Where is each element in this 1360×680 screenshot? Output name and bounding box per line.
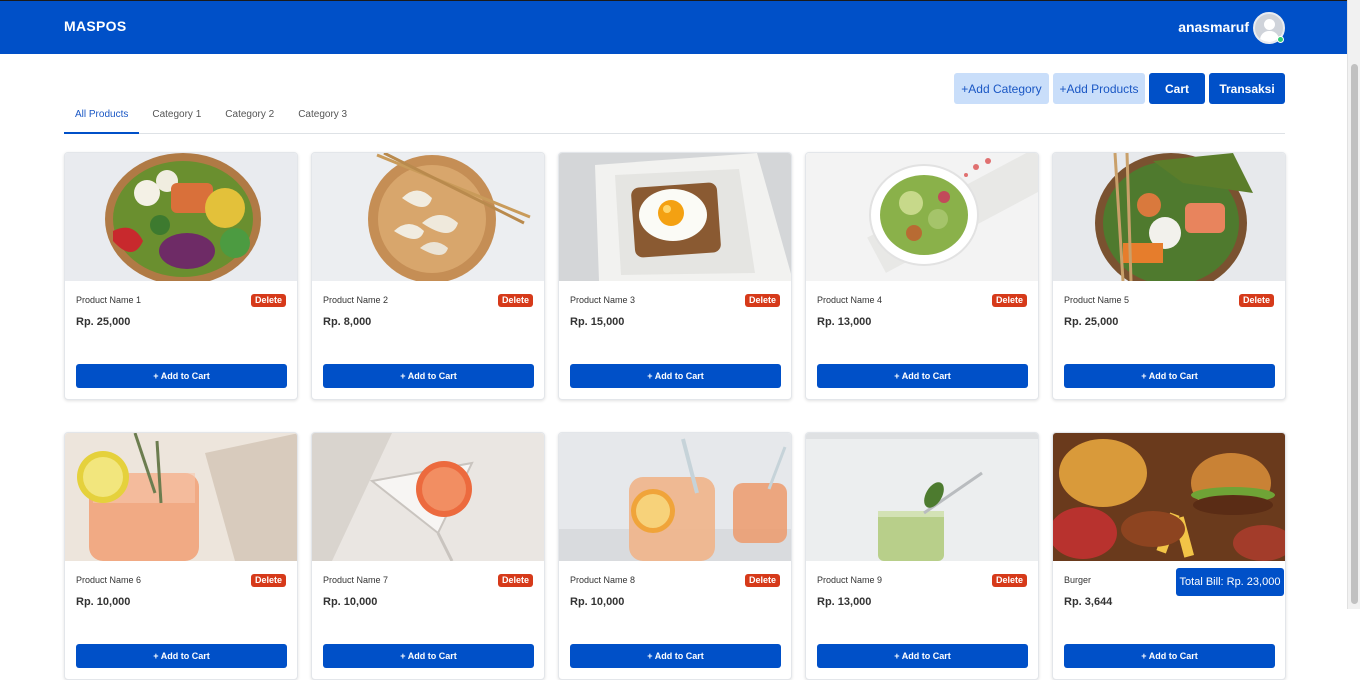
product-price: Rp. 10,000	[76, 596, 131, 608]
product-price: Rp. 3,644	[1064, 596, 1113, 608]
add-to-cart-button[interactable]: + Add to Cart	[1064, 644, 1275, 668]
delete-button[interactable]: Delete	[991, 294, 1027, 307]
add-to-cart-button[interactable]: + Add to Cart	[76, 364, 287, 388]
delete-button[interactable]: Delete	[744, 294, 780, 307]
product-name: Product Name 5	[1064, 295, 1130, 305]
product-image	[312, 433, 544, 561]
product-image	[806, 433, 1038, 561]
product-card: Product Name 8 Delete Rp. 10,000 + Add t…	[558, 432, 792, 680]
add-to-cart-button[interactable]: + Add to Cart	[323, 364, 534, 388]
tab-all-products[interactable]: All Products	[64, 103, 140, 134]
product-name: Product Name 4	[817, 295, 883, 305]
product-name: Product Name 6	[76, 575, 142, 585]
total-bill-button[interactable]: Total Bill: Rp. 23,000	[1176, 568, 1284, 596]
username-label[interactable]: anasmaruf	[1178, 19, 1249, 35]
product-image	[1053, 433, 1285, 561]
add-to-cart-button[interactable]: + Add to Cart	[76, 644, 287, 668]
product-image	[312, 153, 544, 281]
product-price: Rp. 15,000	[570, 316, 625, 328]
add-to-cart-button[interactable]: + Add to Cart	[323, 644, 534, 668]
product-image	[559, 153, 791, 281]
cart-button[interactable]: Cart	[1149, 73, 1205, 104]
add-to-cart-button[interactable]: + Add to Cart	[570, 364, 781, 388]
product-image	[806, 153, 1038, 281]
product-image	[559, 433, 791, 561]
delete-button[interactable]: Delete	[1238, 294, 1274, 307]
product-name: Product Name 9	[817, 575, 883, 585]
product-image	[65, 433, 297, 561]
add-to-cart-button[interactable]: + Add to Cart	[817, 644, 1028, 668]
add-to-cart-button[interactable]: + Add to Cart	[1064, 364, 1275, 388]
delete-button[interactable]: Delete	[744, 574, 780, 587]
product-price: Rp. 25,000	[1064, 316, 1119, 328]
product-image	[65, 153, 297, 281]
product-card: Product Name 6 Delete Rp. 10,000 + Add t…	[64, 432, 298, 680]
tab-category-3[interactable]: Category 3	[287, 103, 359, 134]
product-name: Product Name 1	[76, 295, 142, 305]
category-tabs: All Products Category 1 Category 2 Categ…	[64, 103, 1285, 134]
product-image	[1053, 153, 1285, 281]
delete-button[interactable]: Delete	[497, 294, 533, 307]
product-name: Burger	[1064, 575, 1092, 585]
delete-button[interactable]: Delete	[250, 294, 286, 307]
delete-button[interactable]: Delete	[250, 574, 286, 587]
product-price: Rp. 10,000	[570, 596, 625, 608]
product-price: Rp. 13,000	[817, 596, 872, 608]
scrollbar-thumb[interactable]	[1351, 64, 1358, 604]
product-card: Product Name 3 Delete Rp. 15,000 + Add t…	[558, 152, 792, 400]
product-price: Rp. 25,000	[76, 316, 131, 328]
product-price: Rp. 10,000	[323, 596, 378, 608]
product-card: Product Name 5 Delete Rp. 25,000 + Add t…	[1052, 152, 1286, 400]
product-card: Product Name 7 Delete Rp. 10,000 + Add t…	[311, 432, 545, 680]
delete-button[interactable]: Delete	[497, 574, 533, 587]
tab-category-2[interactable]: Category 2	[214, 103, 286, 134]
online-status-icon	[1277, 36, 1284, 43]
product-card: Product Name 1 Delete Rp. 25,000 + Add t…	[64, 152, 298, 400]
add-to-cart-button[interactable]: + Add to Cart	[570, 644, 781, 668]
top-navbar: MASPOS anasmaruf	[0, 0, 1347, 54]
product-name: Product Name 2	[323, 295, 389, 305]
page-scrollbar[interactable]	[1347, 0, 1360, 609]
add-category-button[interactable]: +Add Category	[954, 73, 1049, 104]
product-card: Burger Rp. 3,644 + Add to Cart	[1052, 432, 1286, 680]
action-toolbar: +Add Category +Add Products Cart Transak…	[954, 73, 1285, 104]
product-name: Product Name 7	[323, 575, 389, 585]
transaksi-button[interactable]: Transaksi	[1209, 73, 1285, 104]
delete-button[interactable]: Delete	[991, 574, 1027, 587]
tab-category-1[interactable]: Category 1	[141, 103, 213, 134]
add-to-cart-button[interactable]: + Add to Cart	[817, 364, 1028, 388]
product-price: Rp. 8,000	[323, 316, 372, 328]
product-card: Product Name 9 Delete Rp. 13,000 + Add t…	[805, 432, 1039, 680]
product-card: Product Name 4 Delete Rp. 13,000 + Add t…	[805, 152, 1039, 400]
add-products-button[interactable]: +Add Products	[1053, 73, 1145, 104]
brand-logo[interactable]: MASPOS	[64, 18, 126, 34]
product-card: Product Name 2 Delete Rp. 8,000 + Add to…	[311, 152, 545, 400]
product-name: Product Name 3	[570, 295, 636, 305]
product-name: Product Name 8	[570, 575, 636, 585]
product-price: Rp. 13,000	[817, 316, 872, 328]
